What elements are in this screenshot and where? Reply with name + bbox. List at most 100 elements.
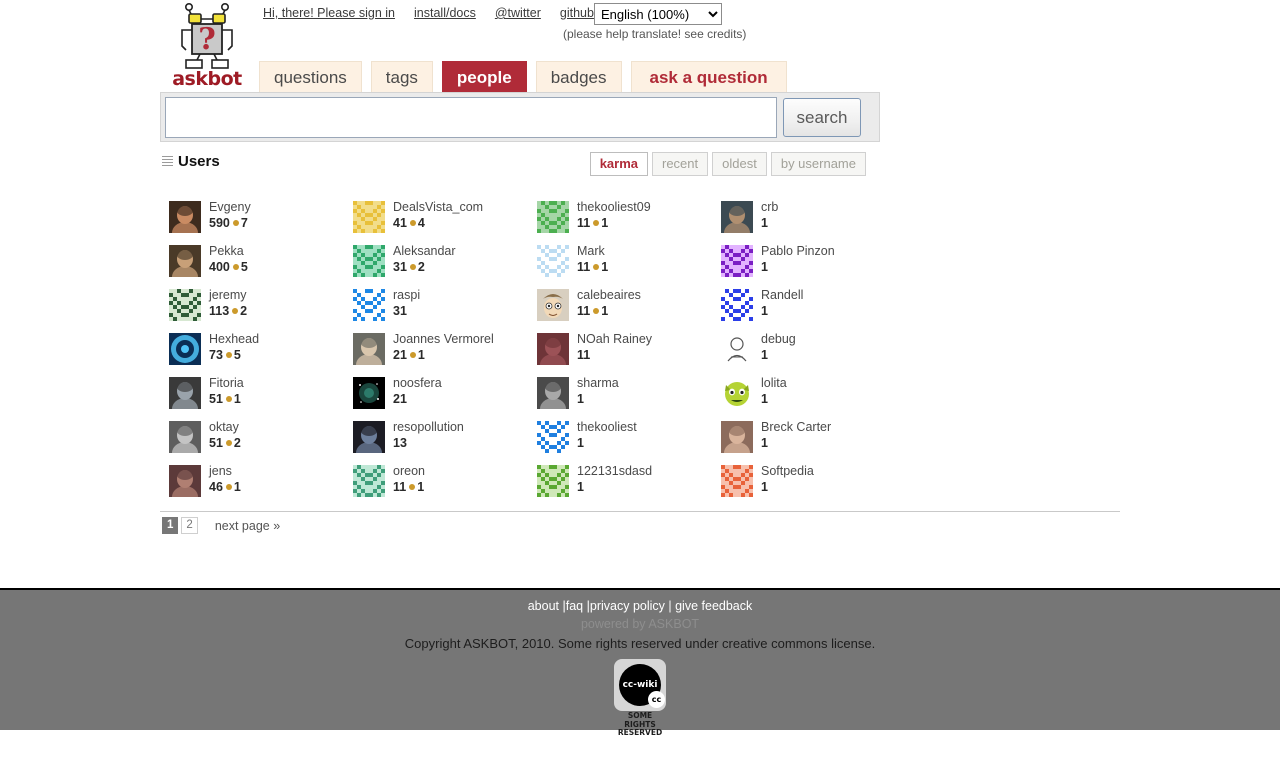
user-list-item[interactable]: jens 46 1	[169, 461, 353, 505]
avatar[interactable]	[169, 377, 201, 409]
user-name-link[interactable]: 122131sdasd	[577, 463, 652, 479]
user-list-item[interactable]: raspi 31	[353, 285, 537, 329]
user-list-item[interactable]: Hexhead 73 5	[169, 329, 353, 373]
user-list-item[interactable]: jeremy 113 2	[169, 285, 353, 329]
avatar[interactable]	[721, 201, 753, 233]
twitter-link[interactable]: @twitter	[495, 6, 541, 20]
user-list-item[interactable]: noosfera 21	[353, 373, 537, 417]
user-name-link[interactable]: DealsVista_com	[393, 199, 483, 215]
user-list-item[interactable]: Fitoria 51 1	[169, 373, 353, 417]
user-name-link[interactable]: Mark	[577, 243, 608, 259]
avatar[interactable]	[537, 421, 569, 453]
user-name-link[interactable]: Fitoria	[209, 375, 244, 391]
avatar[interactable]	[169, 201, 201, 233]
user-name-link[interactable]: noosfera	[393, 375, 442, 391]
avatar[interactable]	[721, 245, 753, 277]
site-logo[interactable]: ? askbot	[172, 2, 242, 90]
creative-commons-badge[interactable]: cc-wiki cc SOME RIGHTS RESERVED	[612, 659, 668, 738]
tab-people[interactable]: people	[441, 61, 527, 94]
user-list-item[interactable]: Pablo Pinzon 1	[721, 241, 905, 285]
user-name-link[interactable]: jens	[209, 463, 241, 479]
avatar[interactable]	[721, 377, 753, 409]
user-list-item[interactable]: crb 1	[721, 197, 905, 241]
user-name-link[interactable]: Aleksandar	[393, 243, 456, 259]
user-name-link[interactable]: debug	[761, 331, 796, 347]
avatar[interactable]	[353, 377, 385, 409]
avatar[interactable]	[353, 201, 385, 233]
tab-badges[interactable]: badges	[535, 61, 622, 94]
user-name-link[interactable]: resopollution	[393, 419, 464, 435]
avatar[interactable]	[721, 465, 753, 497]
tab-ask-a-question[interactable]: ask a question	[630, 61, 787, 94]
avatar[interactable]	[169, 333, 201, 365]
user-name-link[interactable]: thekooliest	[577, 419, 637, 435]
user-name-link[interactable]: Softpedia	[761, 463, 814, 479]
user-list-item[interactable]: DealsVista_com 41 4	[353, 197, 537, 241]
sort-karma[interactable]: karma	[589, 152, 648, 176]
tab-tags[interactable]: tags	[370, 61, 433, 94]
user-name-link[interactable]: Hexhead	[209, 331, 259, 347]
avatar[interactable]	[537, 245, 569, 277]
footer-faq-link[interactable]: faq	[566, 599, 583, 613]
footer-privacy-link[interactable]: privacy policy	[590, 599, 665, 613]
avatar[interactable]	[537, 201, 569, 233]
user-list-item[interactable]: 122131sdasd 1	[537, 461, 721, 505]
user-list-item[interactable]: sharma 1	[537, 373, 721, 417]
user-name-link[interactable]: jeremy	[209, 287, 247, 303]
user-list-item[interactable]: Joannes Vermorel 21 1	[353, 329, 537, 373]
github-link[interactable]: github	[560, 6, 594, 20]
sign-in-link[interactable]: Hi, there! Please sign in	[263, 6, 395, 20]
sort-oldest[interactable]: oldest	[712, 152, 767, 176]
user-name-link[interactable]: NOah Rainey	[577, 331, 652, 347]
user-list-item[interactable]: Breck Carter 1	[721, 417, 905, 461]
user-name-link[interactable]: thekooliest09	[577, 199, 651, 215]
user-name-link[interactable]: Joannes Vermorel	[393, 331, 494, 347]
user-name-link[interactable]: raspi	[393, 287, 420, 303]
user-list-item[interactable]: calebeaires 11 1	[537, 285, 721, 329]
avatar[interactable]	[721, 421, 753, 453]
avatar[interactable]	[169, 289, 201, 321]
avatar[interactable]	[721, 289, 753, 321]
page-2[interactable]: 2	[181, 517, 198, 534]
user-list-item[interactable]: thekooliest09 11 1	[537, 197, 721, 241]
tab-questions[interactable]: questions	[259, 61, 362, 94]
sort-by-username[interactable]: by username	[770, 152, 866, 176]
avatar[interactable]	[169, 465, 201, 497]
avatar[interactable]	[537, 377, 569, 409]
user-name-link[interactable]: oktay	[209, 419, 241, 435]
search-input[interactable]	[165, 97, 777, 138]
user-list-item[interactable]: Aleksandar 31 2	[353, 241, 537, 285]
next-page-link[interactable]: next page »	[215, 519, 280, 533]
user-list-item[interactable]: oreon 11 1	[353, 461, 537, 505]
sort-recent[interactable]: recent	[652, 152, 709, 176]
user-name-link[interactable]: sharma	[577, 375, 619, 391]
avatar[interactable]	[353, 289, 385, 321]
avatar[interactable]	[353, 421, 385, 453]
install-docs-link[interactable]: install/docs	[414, 6, 476, 20]
user-list-item[interactable]: lolita 1	[721, 373, 905, 417]
user-name-link[interactable]: Randell	[761, 287, 803, 303]
user-name-link[interactable]: Pekka	[209, 243, 248, 259]
user-name-link[interactable]: lolita	[761, 375, 787, 391]
user-name-link[interactable]: Pablo Pinzon	[761, 243, 835, 259]
avatar[interactable]	[537, 465, 569, 497]
user-name-link[interactable]: Evgeny	[209, 199, 251, 215]
avatar[interactable]	[537, 333, 569, 365]
user-list-item[interactable]: Evgeny 590 7	[169, 197, 353, 241]
avatar[interactable]	[353, 333, 385, 365]
user-list-item[interactable]: Softpedia 1	[721, 461, 905, 505]
search-button[interactable]: search	[783, 98, 861, 137]
avatar[interactable]	[353, 465, 385, 497]
user-name-link[interactable]: Breck Carter	[761, 419, 831, 435]
avatar[interactable]	[169, 421, 201, 453]
user-list-item[interactable]: oktay 51 2	[169, 417, 353, 461]
user-list-item[interactable]: NOah Rainey 11	[537, 329, 721, 373]
user-list-item[interactable]: Randell 1	[721, 285, 905, 329]
footer-about-link[interactable]: about	[528, 599, 559, 613]
avatar[interactable]	[537, 289, 569, 321]
user-name-link[interactable]: calebeaires	[577, 287, 641, 303]
footer-feedback-link[interactable]: give feedback	[675, 599, 752, 613]
user-name-link[interactable]: crb	[761, 199, 778, 215]
user-list-item[interactable]: thekooliest 1	[537, 417, 721, 461]
avatar[interactable]	[353, 245, 385, 277]
